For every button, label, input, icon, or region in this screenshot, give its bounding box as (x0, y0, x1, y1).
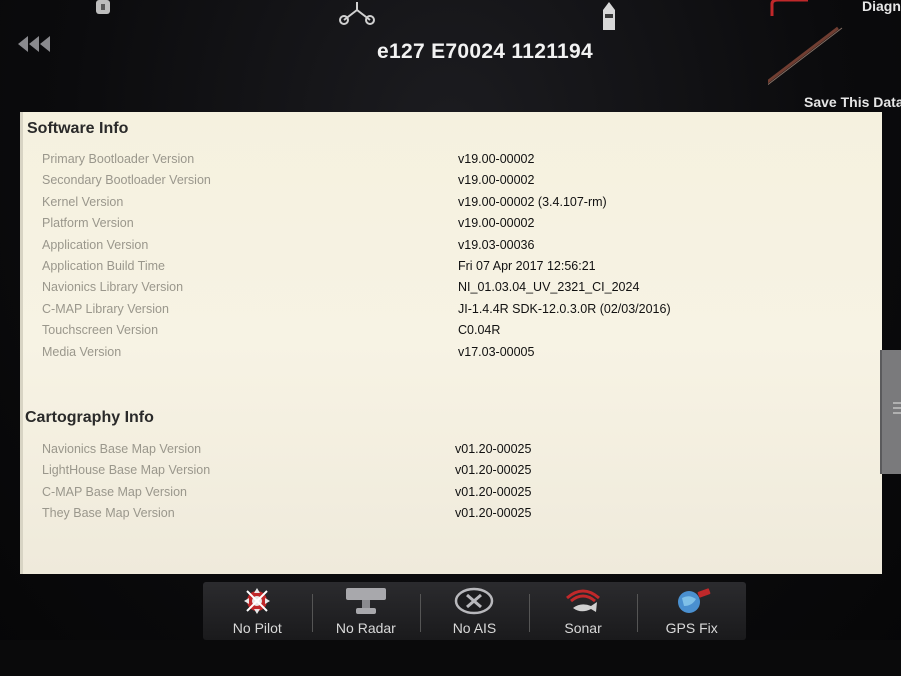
status-sonar[interactable]: Sonar (528, 582, 638, 640)
info-row-label: C-MAP Base Map Version (42, 484, 187, 499)
software-info-heading: Software Info (27, 120, 129, 137)
info-row: Media Version v17.03-00005 (23, 345, 863, 365)
info-row: C-MAP Base Map Version v01.20-00025 (23, 485, 863, 505)
info-row-value: C0.04R (458, 323, 501, 338)
cartography-info-heading: Cartography Info (25, 409, 154, 426)
info-row-label: Navionics Library Version (42, 280, 184, 295)
info-row-label: C-MAP Library Version (42, 301, 169, 316)
radar-icon (345, 588, 386, 614)
info-row: Navionics Library Version NI_01.03.04_UV_… (23, 280, 863, 300)
info-row-value: JI-1.4.4R SDK-12.0.3.0R (02/03/2016) (458, 301, 671, 316)
info-row: Application Version v19.03-00036 (23, 238, 863, 258)
status-sonar-label: Sonar (564, 620, 602, 636)
info-row: Navionics Base Map Version v01.20-00025 (23, 442, 863, 462)
info-row-value: v19.03-00036 (458, 237, 535, 252)
info-row: Touchscreen Version C0.04R (23, 323, 863, 343)
page-title: e127 E70024 1121194 (377, 40, 593, 63)
info-row-value: NI_01.03.04_UV_2321_CI_2024 (458, 280, 640, 295)
info-row-label: Secondary Bootloader Version (42, 173, 211, 188)
status-gps-label: GPS Fix (665, 620, 718, 636)
info-row-value: v01.20-00025 (455, 506, 532, 521)
network-icon[interactable] (336, 0, 378, 26)
info-row: Secondary Bootloader Version v19.00-00002 (23, 173, 863, 193)
status-bar: No Pilot No Radar No AIS Sonar GPS Fix (203, 582, 746, 640)
gps-icon (677, 588, 711, 613)
info-row-value: v01.20-00025 (455, 463, 532, 478)
chevron-left-icon (29, 36, 39, 52)
status-radar[interactable]: No Radar (311, 582, 421, 640)
scrollbar-grip[interactable] (893, 402, 901, 404)
info-row: Platform Version v19.00-00002 (23, 216, 863, 236)
status-gps[interactable]: GPS Fix (637, 582, 746, 640)
info-row-label: Primary Bootloader Version (42, 152, 195, 166)
hand-icon[interactable] (92, 0, 114, 18)
info-row: Application Build Time Fri 07 Apr 2017 12… (23, 259, 863, 279)
sonar-icon (566, 589, 601, 612)
info-row-value: v19.00-00002 (458, 173, 535, 188)
status-ais[interactable]: No AIS (420, 582, 529, 640)
status-radar-label: No Radar (335, 620, 396, 636)
save-data-button[interactable]: Save This Data (804, 94, 901, 110)
diagnostics-tab-label[interactable]: Diagn (862, 0, 901, 14)
back-button[interactable] (18, 32, 66, 56)
info-row-value: v19.00-00002 (3.4.107-rm) (458, 194, 607, 209)
info-row-label: They Base Map Version (42, 506, 175, 521)
info-row: Kernel Version v19.00-00002 (3.4.107-rm) (23, 195, 863, 215)
info-row-value: v19.00-00002 (458, 152, 535, 166)
info-row-label: Platform Version (42, 216, 134, 231)
info-row-label: Application Build Time (42, 259, 165, 273)
chevron-left-icon (18, 36, 28, 52)
info-row-label: Application Version (42, 237, 149, 252)
chevron-left-icon (40, 36, 50, 52)
status-pilot[interactable]: No Pilot (203, 582, 312, 640)
top-bar: e127 E70024 1121194 Diagn Save This Data (0, 0, 901, 112)
ais-icon (455, 587, 494, 615)
status-ais-label: No AIS (452, 620, 497, 636)
info-row-value: v17.03-00005 (458, 344, 535, 359)
status-pilot-label: No Pilot (232, 620, 282, 636)
info-row-value: Fri 07 Apr 2017 12:56:21 (458, 259, 596, 273)
info-row-value: v01.20-00025 (455, 484, 532, 499)
info-row-label: Kernel Version (42, 194, 124, 209)
info-row: They Base Map Version v01.20-00025 (23, 506, 863, 526)
screen: e127 E70024 1121194 Diagn Save This Data… (0, 0, 901, 676)
scrollbar[interactable] (880, 350, 901, 474)
info-row-value: v01.20-00025 (455, 442, 532, 456)
info-row: C-MAP Library Version JI-1.4.4R SDK-12.0.… (23, 302, 863, 322)
info-row: Primary Bootloader Version v19.00-00002 (23, 152, 863, 172)
info-row-value: v19.00-00002 (458, 216, 535, 231)
info-row: LightHouse Base Map Version v01.20-00025 (23, 463, 863, 483)
pilot-icon (244, 588, 271, 614)
bezel-bottom (0, 640, 901, 676)
info-row-label: Touchscreen Version (42, 323, 159, 338)
boat-icon[interactable] (600, 0, 618, 32)
info-row-label: Media Version (42, 344, 122, 359)
info-panel: Software Info Primary Bootloader Version… (20, 112, 882, 574)
info-row-label: Navionics Base Map Version (42, 442, 202, 456)
info-row-label: LightHouse Base Map Version (42, 463, 211, 478)
